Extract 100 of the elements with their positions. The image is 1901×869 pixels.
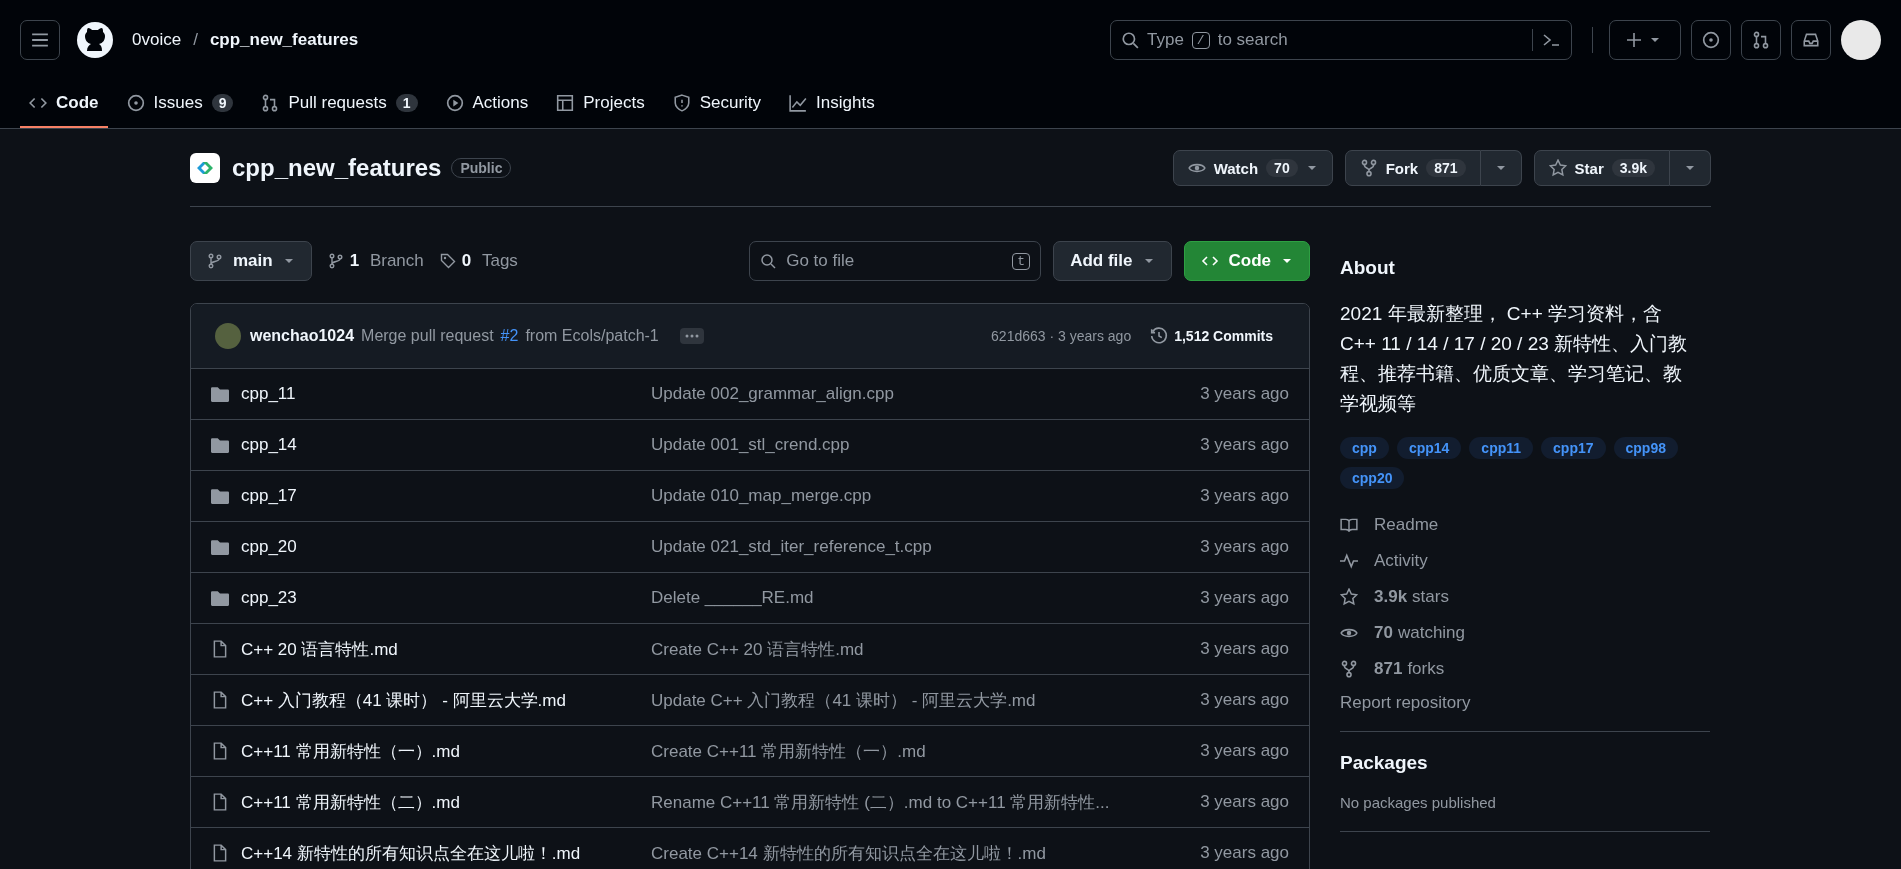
avatar[interactable] [1841,20,1881,60]
pr-icon [261,94,280,112]
star-button[interactable]: Star 3.9k [1533,150,1670,186]
repo-tab[interactable]: Issues 9 [117,80,243,128]
commit-author[interactable]: wenchao1024 [250,327,355,345]
file-name-link[interactable]: cpp_20 [241,537,297,557]
search-field[interactable]: Type / to search [1110,20,1572,60]
activity-icon [1340,552,1358,570]
commit-meta[interactable]: 621d663 · 3 years ago [991,328,1132,344]
more-button[interactable] [679,328,704,344]
menu-button[interactable] [20,20,60,60]
folder-icon [211,590,229,606]
fork-button[interactable]: Fork 871 [1344,150,1481,186]
file-name-link[interactable]: C++ 入门教程（41 课时） - 阿里云大学.md [241,688,566,712]
shortcut-key: t [1012,252,1031,270]
branches-link[interactable]: 1 Branch [327,251,424,271]
sidebar-link[interactable]: 3.9k stars [1340,579,1710,615]
issue-icon [126,94,145,112]
watch-button[interactable]: Watch 70 [1172,150,1333,186]
repo-tab[interactable]: Security [663,80,771,128]
search-icon [1121,31,1139,49]
folder-icon [211,488,229,504]
history-icon [1150,327,1169,345]
topic-tag[interactable]: cpp14 [1396,437,1462,459]
file-name-link[interactable]: cpp_23 [241,588,297,608]
tags-link[interactable]: 0 Tags [439,251,518,271]
commit-age: 3 years ago [1199,741,1289,761]
branch-icon [207,253,223,269]
search-icon [760,253,777,269]
go-to-file-field[interactable]: Go to file t [749,241,1042,281]
repo-tab[interactable]: Actions [436,80,538,128]
issues-button[interactable] [1691,20,1731,60]
commit-message[interactable]: Merge pull request [361,327,494,345]
repo-tab[interactable]: Insights [780,80,884,128]
report-link[interactable]: Report repository [1340,693,1710,713]
file-icon [211,640,229,658]
repo-name[interactable]: cpp_new_features [232,154,442,182]
file-name-link[interactable]: cpp_14 [241,435,297,455]
branch-button[interactable]: main [190,241,312,281]
path-separator: / [193,30,198,50]
commit-message-link[interactable]: Update 021_std_iter_reference_t.cpp [651,537,1159,557]
packages-heading: Packages [1340,752,1429,774]
file-name-link[interactable]: cpp_11 [241,384,296,404]
shortcut-key: / [1191,31,1210,49]
commit-message-link[interactable]: Update 010_map_merge.cpp [651,486,1159,506]
topic-tag[interactable]: cpp [1340,437,1389,459]
file-name-link[interactable]: cpp_17 [241,486,297,506]
terminal-icon[interactable] [1541,31,1561,49]
file-name-link[interactable]: C++11 常用新特性（二）.md [241,790,460,814]
topic-tag[interactable]: cpp11 [1469,437,1534,459]
repo-logo-icon [190,153,220,183]
repo-tab[interactable]: Code [20,80,108,128]
tag-icon [439,253,456,269]
pull-request-link[interactable]: #2 [500,327,519,345]
commit-message-link[interactable]: Update 002_grammar_align.cpp [651,384,1159,404]
repo-link[interactable]: cpp_new_features [209,30,359,50]
commit-message-link[interactable]: Delete ______RE.md [651,588,1159,608]
search-placeholder: Type [1147,30,1184,50]
file-name-link[interactable]: C++ 20 语言特性.md [241,637,398,661]
create-new-button[interactable] [1609,20,1681,60]
repo-tab[interactable]: Projects [547,80,654,128]
commit-message-link[interactable]: Create C++14 新特性的所有知识点全在这儿啦！.md [651,841,1159,865]
commit-message-link[interactable]: Update 001_stl_crend.cpp [651,435,1159,455]
folder-icon [211,539,229,555]
commit-age: 3 years ago [1199,690,1289,710]
repo-tab[interactable]: Pull requests 1 [252,80,427,128]
file-name-link[interactable]: C++11 常用新特性（一）.md [241,739,460,763]
pull-requests-button[interactable] [1741,20,1781,60]
topic-tag[interactable]: cpp98 [1613,437,1678,459]
commit-message-link[interactable]: Create C++ 20 语言特性.md [651,637,1159,661]
topic-tag[interactable]: cpp20 [1340,467,1405,489]
cat-logo-icon[interactable] [76,21,114,59]
sidebar-link[interactable]: 871 forks [1340,651,1710,687]
commit-age: 3 years ago [1199,384,1289,404]
ellipsis-icon [683,332,700,340]
star-icon [1340,588,1358,606]
commit-message-link[interactable]: Rename C++11 常用新特性 (二）.md to C++11 常用新特性... [651,790,1159,814]
owner-link[interactable]: 0voice [132,30,182,50]
fork-icon [1359,159,1378,177]
commit-message-link[interactable]: Create C++11 常用新特性（一）.md [651,739,1159,763]
commit-message[interactable]: from Ecols/patch-1 [525,327,659,345]
pull-request-icon [1752,31,1770,49]
inbox-button[interactable] [1791,20,1831,60]
star-icon [1548,159,1567,177]
add-file-button[interactable]: Add file [1053,241,1172,281]
repo-description: 2021 年最新整理， C++ 学习资料，含 C++ 11 / 14 / 17 / 20 / 23 新特性、入门教程、推荐书籍、优质文章、学习笔记、教学视频等 [1340,302,1689,416]
sidebar-link[interactable]: Activity [1340,543,1710,579]
commit-message-link[interactable]: Update C++ 入门教程（41 课时） - 阿里云大学.md [651,688,1159,712]
shield-icon [672,94,691,112]
search-placeholder: to search [1217,30,1288,50]
code-button[interactable]: Code [1183,241,1310,281]
file-name-link[interactable]: C++14 新特性的所有知识点全在这儿啦！.md [241,841,581,865]
topic-tag[interactable]: cpp17 [1541,437,1606,459]
star-dropdown-button[interactable] [1670,150,1711,186]
fork-icon [1340,660,1358,678]
sidebar-link[interactable]: 70 watching [1340,615,1710,651]
sidebar-link[interactable]: Readme [1340,507,1710,543]
file-icon [211,844,229,862]
inbox-icon [1802,31,1820,49]
commits-link[interactable]: 1,512 Commits [1150,327,1285,345]
